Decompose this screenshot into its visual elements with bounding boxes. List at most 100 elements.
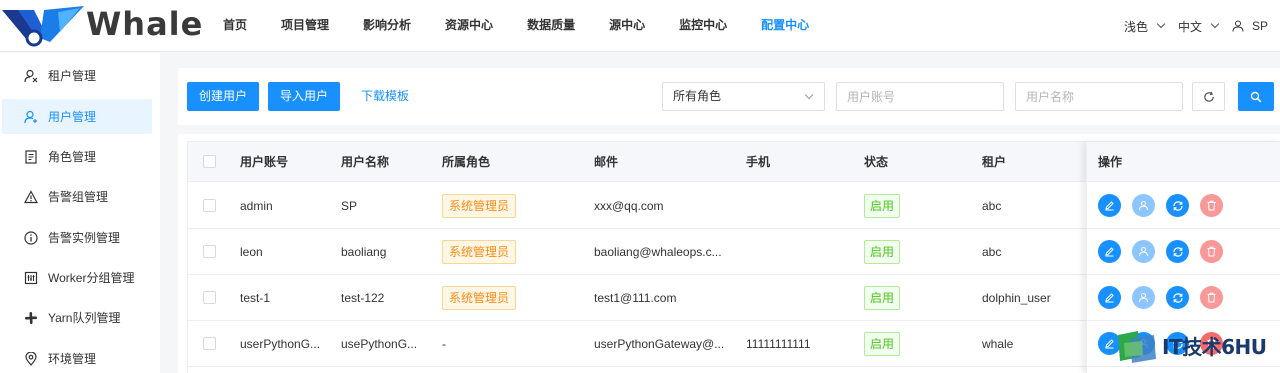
nav-impact[interactable]: 影响分析 <box>346 0 428 52</box>
status-badge: 启用 <box>864 285 901 310</box>
sidebar-item-tenant[interactable]: 租户管理 <box>2 58 152 93</box>
cell-tenant: dolphin_user <box>982 290 1051 305</box>
trash-icon <box>1207 292 1216 303</box>
header-role: 所属角色 <box>442 155 491 169</box>
header-ops: 操作 <box>1087 142 1280 182</box>
sidebar-item-label: Yarn队列管理 <box>48 311 121 325</box>
user-name-input[interactable] <box>1015 82 1183 111</box>
sidebar-item-alert-group[interactable]: 告警组管理 <box>2 179 152 214</box>
sidebar-item-environment[interactable]: 环境管理 <box>2 341 152 373</box>
user-table-card: 用户账号 用户名称 所属角色 邮件 手机 状态 租户 admin SP 系统管理… <box>178 134 1280 373</box>
search-button[interactable] <box>1238 82 1274 111</box>
authorize-button[interactable] <box>1132 286 1155 309</box>
sidebar-item-worker-group[interactable]: Worker分组管理 <box>2 260 152 295</box>
edit-button[interactable] <box>1098 240 1121 263</box>
header-email: 邮件 <box>594 155 619 169</box>
reset-password-button[interactable] <box>1166 194 1189 217</box>
edit-button[interactable] <box>1098 194 1121 217</box>
whale-logo[interactable]: Whale <box>0 0 204 52</box>
user-icon <box>1139 293 1148 303</box>
edit-icon <box>1105 293 1114 303</box>
reset-password-button[interactable] <box>1166 240 1189 263</box>
cell-role: 系统管理员 <box>442 229 517 274</box>
cell-account: test-1 <box>240 290 271 305</box>
create-user-button[interactable]: 创建用户 <box>187 82 260 111</box>
row-checkbox[interactable] <box>203 337 216 350</box>
ops-row <box>1087 183 1280 229</box>
theme-label: 浅色 <box>1123 19 1148 34</box>
trash-icon <box>1207 200 1216 211</box>
cell-account: userPythonG... <box>240 336 321 351</box>
nav-data-quality[interactable]: 数据质量 <box>510 0 592 52</box>
edit-button[interactable] <box>1098 286 1121 309</box>
sidebar-item-label: 用户管理 <box>48 110 97 124</box>
delete-button[interactable] <box>1200 240 1223 263</box>
nav-datasource[interactable]: 源中心 <box>592 0 662 52</box>
theme-dropdown[interactable]: 浅色 <box>1123 18 1166 35</box>
chevron-down-icon <box>1210 19 1220 29</box>
row-checkbox[interactable] <box>203 245 216 258</box>
cell-email: xxx@qq.com <box>594 198 664 213</box>
role-select-value: 所有角色 <box>673 89 722 103</box>
row-checkbox-cell <box>203 275 216 320</box>
sidebar-item-yarn-queue[interactable]: Yarn队列管理 <box>2 300 152 335</box>
reset-password-button[interactable] <box>1166 286 1189 309</box>
role-tag: 系统管理员 <box>442 239 517 264</box>
nav-monitor[interactable]: 监控中心 <box>662 0 744 52</box>
delete-button[interactable] <box>1200 286 1223 309</box>
user-menu[interactable]: SP <box>1232 19 1268 33</box>
import-user-button[interactable]: 导入用户 <box>268 82 341 111</box>
watermark-logo-icon <box>1118 330 1156 363</box>
watermark-text: IT技术6HU <box>1162 335 1267 359</box>
worker-group-icon <box>23 270 39 286</box>
edit-icon <box>1105 339 1114 349</box>
authorize-button[interactable] <box>1132 240 1155 263</box>
trash-icon <box>1207 246 1216 257</box>
select-all-checkbox[interactable] <box>203 155 216 168</box>
authorize-button[interactable] <box>1132 194 1155 217</box>
cell-status: 启用 <box>864 229 901 274</box>
status-badge: 启用 <box>864 331 901 356</box>
nav-home[interactable]: 首页 <box>206 0 264 52</box>
chevron-down-icon <box>804 90 814 100</box>
cell-name: baoliang <box>341 244 387 259</box>
user-account-input[interactable] <box>836 82 1004 111</box>
cell-tenant: abc <box>982 198 1002 213</box>
cell-status: 启用 <box>864 321 901 366</box>
sidebar-item-role[interactable]: 角色管理 <box>2 139 152 174</box>
cell-role: 系统管理员 <box>442 183 517 228</box>
row-checkbox-cell <box>203 321 216 366</box>
delete-button[interactable] <box>1200 194 1223 217</box>
whale-logo-icon <box>2 6 84 47</box>
role-tag: 系统管理员 <box>442 193 517 218</box>
sidebar-item-user[interactable]: 用户管理 <box>2 99 152 134</box>
refresh-icon <box>1172 292 1183 303</box>
nav-config[interactable]: 配置中心 <box>744 0 826 52</box>
language-dropdown[interactable]: 中文 <box>1178 18 1220 35</box>
sidebar-item-label: Worker分组管理 <box>48 271 135 285</box>
row-checkbox[interactable] <box>203 199 216 212</box>
nav-resource[interactable]: 资源中心 <box>428 0 510 52</box>
refresh-button[interactable] <box>1192 82 1225 111</box>
cell-phone <box>746 275 856 320</box>
role-select[interactable]: 所有角色 <box>662 82 825 111</box>
cell-status: 启用 <box>864 183 901 228</box>
sidebar-item-label: 告警组管理 <box>48 190 109 204</box>
cell-email: userPythonGateway@... <box>594 336 725 351</box>
user-add-icon <box>23 109 39 125</box>
sidebar-item-alert-instance[interactable]: 告警实例管理 <box>2 220 152 255</box>
ops-row <box>1087 229 1280 275</box>
main-nav: 首页 项目管理 影响分析 资源中心 数据质量 源中心 监控中心 配置中心 <box>206 0 826 52</box>
cell-role: - <box>442 336 446 351</box>
role-doc-icon <box>23 149 39 165</box>
logo-text: Whale <box>86 5 204 43</box>
cell-name: SP <box>341 198 358 213</box>
select-all-cell <box>203 142 216 181</box>
download-template-link[interactable]: 下载模板 <box>361 82 409 111</box>
user-icon <box>1139 247 1148 257</box>
user-name: SP <box>1251 19 1268 33</box>
info-icon <box>23 230 39 246</box>
nav-project[interactable]: 项目管理 <box>264 0 346 52</box>
ops-row <box>1087 275 1280 321</box>
row-checkbox[interactable] <box>203 291 216 304</box>
